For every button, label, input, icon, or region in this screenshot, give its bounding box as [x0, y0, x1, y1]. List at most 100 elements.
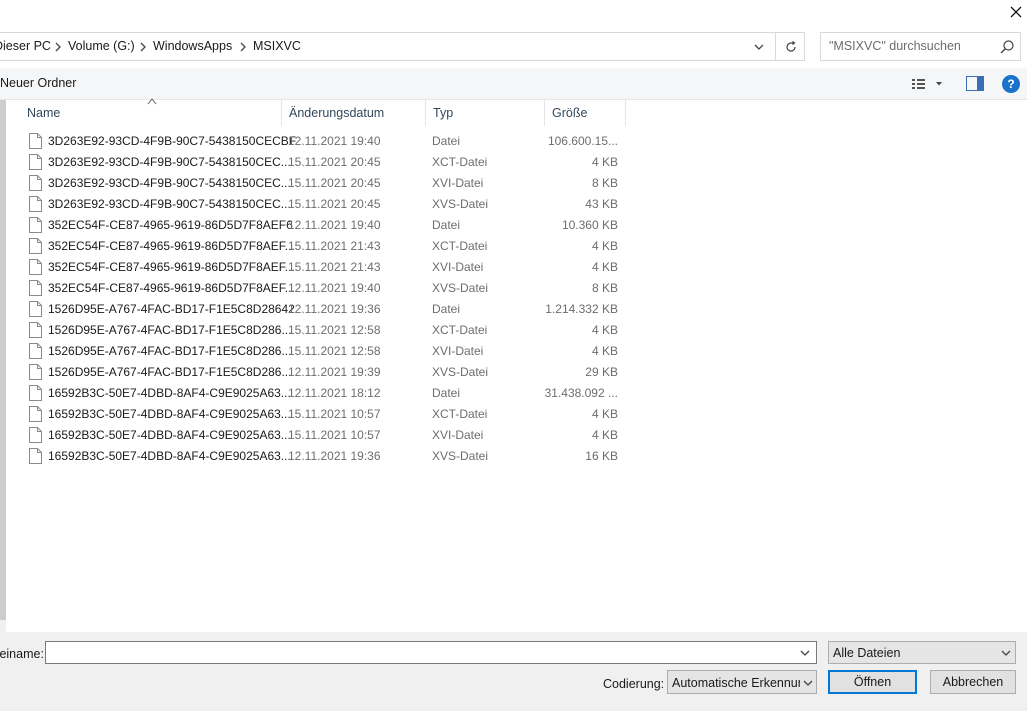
file-modified-date: 12.11.2021 19:36: [288, 302, 381, 316]
chevron-right-icon[interactable]: [138, 42, 148, 52]
column-header-label: Name: [27, 106, 61, 120]
column-header-size[interactable]: Größe: [545, 100, 626, 126]
file-type: XVI-Datei: [432, 176, 484, 190]
search-box[interactable]: [820, 32, 1021, 61]
file-icon: [29, 175, 42, 191]
chevron-right-icon[interactable]: [53, 42, 63, 52]
file-type: Datei: [432, 218, 461, 232]
file-row[interactable]: 352EC54F-CE87-4965-9619-86D5D7F8AEF... 12…: [20, 277, 630, 298]
filename-history-dropdown[interactable]: [794, 642, 816, 663]
file-row[interactable]: 1526D95E-A767-4FAC-BD17-F1E5C8D286... 15.…: [20, 340, 630, 361]
file-name: 16592B3C-50E7-4DBD-8AF4-C9E9025A63...: [48, 407, 291, 421]
file-name: 3D263E92-93CD-4F9B-90C7-5438150CEC...: [48, 197, 291, 211]
file-icon: [29, 385, 42, 401]
file-icon: [29, 343, 42, 359]
breadcrumb-item[interactable]: WindowsApps: [153, 39, 232, 53]
file-modified-date: 15.11.2021 21:43: [288, 239, 381, 253]
chevron-right-icon[interactable]: [238, 42, 248, 52]
file-size: 16 KB: [585, 449, 618, 463]
file-modified-date: 12.11.2021 19:40: [288, 134, 381, 148]
column-header-label: Typ: [433, 106, 454, 120]
file-name: 352EC54F-CE87-4965-9619-86D5D7F8AEF...: [48, 281, 295, 295]
file-modified-date: 15.11.2021 20:45: [288, 155, 381, 169]
file-name: 1526D95E-A767-4FAC-BD17-F1E5C8D286...: [48, 365, 292, 379]
cancel-button[interactable]: Abbrechen: [930, 670, 1016, 694]
file-size: 1.214.332 KB: [545, 302, 618, 316]
file-row[interactable]: 3D263E92-93CD-4F9B-90C7-5438150CEC... 15.…: [20, 193, 630, 214]
close-button[interactable]: [1004, 0, 1027, 24]
file-name: 3D263E92-93CD-4F9B-90C7-5438150CECBF: [48, 134, 297, 148]
file-name: 3D263E92-93CD-4F9B-90C7-5438150CEC...: [48, 176, 291, 190]
filetype-select[interactable]: Alle Dateien: [828, 641, 1016, 664]
file-name: 352EC54F-CE87-4965-9619-86D5D7F8AEF...: [48, 239, 295, 253]
file-modified-date: 12.11.2021 18:12: [288, 386, 381, 400]
file-modified-date: 15.11.2021 10:57: [288, 407, 381, 421]
dialog-footer: Dateiname: Alle Dateien Codierung: Autom…: [0, 632, 1027, 711]
filename-field[interactable]: [45, 641, 817, 664]
chevron-down-icon: [936, 82, 942, 86]
file-icon: [29, 427, 42, 443]
search-icon[interactable]: [999, 39, 1015, 55]
column-headers: Name Änderungsdatum Typ Größe: [20, 98, 630, 126]
encoding-select[interactable]: Automatische Erkennung: [667, 670, 817, 694]
column-header-type[interactable]: Typ: [426, 100, 545, 126]
file-size: 31.438.092 ...: [544, 386, 618, 400]
file-row[interactable]: 352EC54F-CE87-4965-9619-86D5D7F8AEF... 15…: [20, 235, 630, 256]
file-row[interactable]: 16592B3C-50E7-4DBD-8AF4-C9E9025A63... 12.…: [20, 445, 630, 466]
close-icon: [1010, 6, 1021, 18]
file-row[interactable]: 3D263E92-93CD-4F9B-90C7-5438150CECBF 12.1…: [20, 130, 630, 151]
refresh-icon: [786, 40, 796, 52]
help-button[interactable]: ?: [1002, 75, 1020, 93]
file-row[interactable]: 352EC54F-CE87-4965-9619-86D5D7F8AEF... 15…: [20, 256, 630, 277]
file-row[interactable]: 352EC54F-CE87-4965-9619-86D5D7F8AEF6 12.1…: [20, 214, 630, 235]
open-button[interactable]: Öffnen: [828, 670, 917, 694]
column-header-date[interactable]: Änderungsdatum: [282, 100, 426, 126]
file-name: 3D263E92-93CD-4F9B-90C7-5438150CEC...: [48, 155, 291, 169]
file-icon: [29, 301, 42, 317]
file-row[interactable]: 1526D95E-A767-4FAC-BD17-F1E5C8D286... 12.…: [20, 361, 630, 382]
file-type: Datei: [432, 386, 461, 400]
navigation-pane-scrollbar[interactable]: [0, 100, 6, 632]
file-icon: [29, 217, 42, 233]
address-bar[interactable]: Dieser PC Volume (G:) WindowsApps MSIXVC: [0, 32, 805, 61]
file-row[interactable]: 1526D95E-A767-4FAC-BD17-F1E5C8D28642 12.1…: [20, 298, 630, 319]
file-size: 4 KB: [591, 239, 618, 253]
scrollbar-thumb[interactable]: [0, 100, 6, 620]
address-history-dropdown[interactable]: [745, 33, 773, 60]
search-input[interactable]: [829, 39, 989, 53]
file-icon: [29, 259, 42, 275]
file-row[interactable]: 16592B3C-50E7-4DBD-8AF4-C9E9025A63... 15.…: [20, 424, 630, 445]
details-view-icon: [912, 79, 942, 89]
file-type: XCT-Datei: [432, 155, 488, 169]
help-icon: ?: [1007, 77, 1015, 91]
breadcrumb-item[interactable]: Dieser PC: [0, 39, 51, 53]
breadcrumb-item[interactable]: MSIXVC: [253, 39, 301, 53]
file-row[interactable]: 16592B3C-50E7-4DBD-8AF4-C9E9025A63... 15.…: [20, 403, 630, 424]
file-name: 16592B3C-50E7-4DBD-8AF4-C9E9025A63...: [48, 386, 291, 400]
file-icon: [29, 238, 42, 254]
file-row[interactable]: 3D263E92-93CD-4F9B-90C7-5438150CEC... 15.…: [20, 151, 630, 172]
file-icon: [29, 154, 42, 170]
file-type: XCT-Datei: [432, 323, 488, 337]
file-size: 4 KB: [591, 323, 618, 337]
chevron-down-icon: [754, 44, 764, 50]
view-options-button[interactable]: [910, 76, 950, 92]
file-row[interactable]: 16592B3C-50E7-4DBD-8AF4-C9E9025A63... 12.…: [20, 382, 630, 403]
new-folder-button[interactable]: Neuer Ordner: [0, 76, 76, 90]
breadcrumb-item[interactable]: Volume (G:): [68, 39, 135, 53]
file-type: XVS-Datei: [432, 281, 489, 295]
file-name: 16592B3C-50E7-4DBD-8AF4-C9E9025A63...: [48, 428, 291, 442]
file-modified-date: 12.11.2021 19:40: [288, 218, 381, 232]
refresh-button[interactable]: [775, 33, 806, 60]
preview-pane-icon: [966, 76, 984, 91]
file-icon: [29, 364, 42, 380]
file-size: 8 KB: [591, 281, 618, 295]
file-size: 29 KB: [585, 365, 618, 379]
file-row[interactable]: 3D263E92-93CD-4F9B-90C7-5438150CEC... 15.…: [20, 172, 630, 193]
file-modified-date: 15.11.2021 12:58: [288, 323, 381, 337]
file-size: 4 KB: [591, 428, 618, 442]
filename-input[interactable]: [49, 645, 789, 659]
file-type: XVS-Datei: [432, 197, 489, 211]
file-row[interactable]: 1526D95E-A767-4FAC-BD17-F1E5C8D286... 15.…: [20, 319, 630, 340]
preview-pane-button[interactable]: [966, 76, 984, 91]
